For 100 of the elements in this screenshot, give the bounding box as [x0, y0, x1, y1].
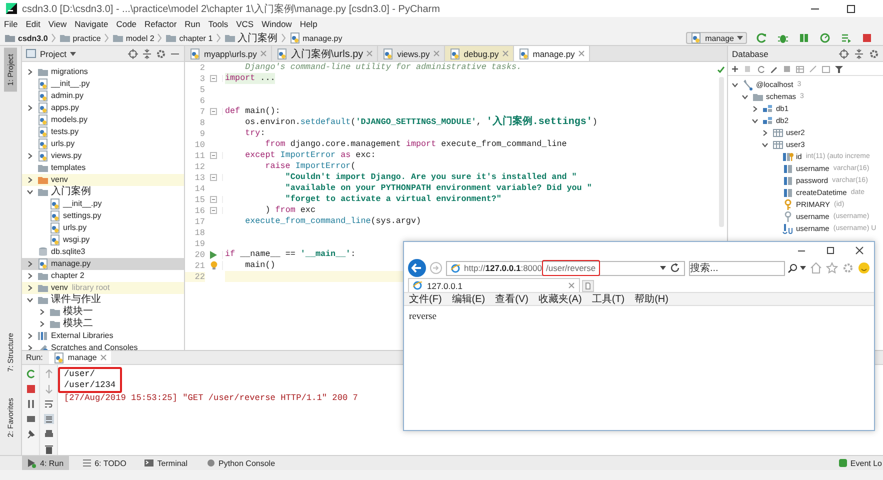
- tool-window-button[interactable]: Python Console: [200, 456, 280, 470]
- tree-item[interactable]: urls.py: [22, 222, 184, 234]
- menu-item[interactable]: Navigate: [74, 19, 108, 29]
- search-icon[interactable]: [788, 264, 797, 272]
- tree-item[interactable]: Scratches and Consoles: [22, 342, 184, 350]
- menu-item[interactable]: Help: [300, 19, 318, 29]
- collapse-all-icon[interactable]: [854, 48, 864, 58]
- smiley-icon[interactable]: [858, 262, 870, 274]
- edit-icon[interactable]: [770, 64, 778, 72]
- menu-item[interactable]: Refactor: [144, 19, 177, 29]
- stop-icon[interactable]: [26, 384, 36, 394]
- fold-icon[interactable]: [210, 174, 217, 181]
- fold-icon[interactable]: [210, 196, 217, 203]
- tool-window-button[interactable]: 6: TODO: [76, 456, 132, 470]
- menu-item[interactable]: File: [4, 19, 18, 29]
- tree-item[interactable]: External Libraries: [22, 330, 184, 342]
- address-bar[interactable]: http://127.0.0.1:8000 /user/reverse: [446, 260, 685, 276]
- menu-item[interactable]: Tools: [208, 19, 228, 29]
- fold-icon[interactable]: [210, 108, 217, 115]
- coverage-icon[interactable]: [798, 32, 810, 44]
- menu-item[interactable]: Code: [116, 19, 137, 29]
- tree-item[interactable]: wsgi.py: [22, 234, 184, 246]
- filter-icon[interactable]: [835, 64, 843, 72]
- back-button-icon[interactable]: [408, 259, 426, 277]
- tree-item[interactable]: __init__.py: [22, 198, 184, 210]
- run-list-icon[interactable]: [840, 32, 852, 44]
- settings-icon[interactable]: [156, 48, 166, 58]
- tree-item[interactable]: __init__.py: [22, 78, 184, 90]
- bulb-icon[interactable]: [210, 261, 218, 270]
- breadcrumb[interactable]: chapter 1: [165, 32, 213, 44]
- run-config-dropdown[interactable]: manage: [686, 32, 747, 44]
- breadcrumb[interactable]: model 2: [112, 32, 154, 44]
- tree-item[interactable]: venv library root: [22, 282, 184, 294]
- tree-item[interactable]: 模块一: [22, 306, 184, 318]
- scroll-to-end-icon[interactable]: [44, 414, 54, 424]
- soft-wrap-icon[interactable]: [44, 399, 54, 409]
- menu-item[interactable]: 工具(T): [592, 292, 625, 306]
- settings-icon[interactable]: [869, 48, 879, 58]
- menu-item[interactable]: 收藏夹(A): [538, 292, 582, 306]
- fold-icon[interactable]: [210, 207, 217, 214]
- menu-item[interactable]: 编辑(E): [452, 292, 486, 306]
- run-icon[interactable]: [210, 250, 217, 258]
- stop-icon[interactable]: [861, 32, 873, 44]
- breadcrumb[interactable]: 入门案例: [224, 31, 278, 45]
- locate-icon[interactable]: [839, 48, 849, 58]
- pause-icon[interactable]: [26, 399, 36, 409]
- tree-item[interactable]: 入门案例: [22, 186, 184, 198]
- menu-item[interactable]: View: [48, 19, 67, 29]
- tree-item[interactable]: templates: [22, 162, 184, 174]
- maximize-icon[interactable]: [846, 4, 856, 14]
- tree-item[interactable]: apps.py: [22, 102, 184, 114]
- fold-icon[interactable]: [210, 152, 217, 159]
- tree-item[interactable]: manage.py: [22, 258, 184, 270]
- print-icon[interactable]: [44, 429, 54, 439]
- trash-icon[interactable]: [44, 444, 54, 454]
- breadcrumb[interactable]: manage.py: [288, 32, 342, 44]
- refresh-icon[interactable]: [670, 263, 680, 273]
- tree-item[interactable]: db.sqlite3: [22, 246, 184, 258]
- search-field[interactable]: 搜索...: [689, 260, 785, 276]
- editor-tab[interactable]: 入门案例\urls.py: [272, 46, 378, 61]
- breadcrumb[interactable]: practice: [58, 32, 101, 44]
- tree-item[interactable]: 模块二: [22, 318, 184, 330]
- caret-icon[interactable]: [800, 266, 806, 270]
- fold-icon[interactable]: [210, 75, 217, 82]
- maximize-icon[interactable]: [826, 246, 835, 254]
- locate-icon[interactable]: [128, 48, 138, 58]
- menu-item[interactable]: 文件(F): [409, 292, 442, 306]
- editor-tab[interactable]: debug.py: [444, 46, 514, 61]
- collapse-all-icon[interactable]: [142, 48, 152, 58]
- event-log-button[interactable]: Event Lo: [834, 456, 883, 470]
- tree-item[interactable]: tests.py: [22, 126, 184, 138]
- bug-icon[interactable]: [777, 32, 789, 44]
- close-icon[interactable]: [855, 246, 864, 254]
- profile-icon[interactable]: [819, 32, 831, 44]
- menu-item[interactable]: Run: [184, 19, 200, 29]
- menu-item[interactable]: 查看(V): [495, 292, 528, 306]
- editor-tab[interactable]: views.py: [378, 46, 445, 61]
- tree-item[interactable]: migrations: [22, 66, 184, 78]
- menu-item[interactable]: Window: [262, 19, 292, 29]
- rerun-icon[interactable]: [756, 32, 768, 44]
- browser-tab[interactable]: 127.0.0.1: [408, 278, 580, 292]
- new-tab-icon[interactable]: [582, 280, 594, 292]
- tree-item[interactable]: models.py: [22, 114, 184, 126]
- editor-tab[interactable]: manage.py: [514, 46, 590, 61]
- tree-item[interactable]: venv: [22, 174, 184, 186]
- pin-icon[interactable]: [26, 429, 36, 439]
- menu-item[interactable]: Edit: [26, 19, 40, 29]
- tree-item[interactable]: settings.py: [22, 210, 184, 222]
- tree-item[interactable]: 课件与作业: [22, 294, 184, 306]
- menu-item[interactable]: VCS: [236, 19, 254, 29]
- caret-icon[interactable]: [70, 52, 76, 56]
- run-tab[interactable]: manage: [48, 351, 111, 364]
- tree-item[interactable]: chapter 2: [22, 270, 184, 282]
- editor-tab[interactable]: myapp\urls.py: [185, 46, 272, 61]
- tree-item[interactable]: urls.py: [22, 138, 184, 150]
- menu-item[interactable]: 帮助(H): [634, 292, 668, 306]
- rerun-icon[interactable]: [26, 369, 36, 379]
- layout-icon[interactable]: [26, 414, 36, 424]
- tree-item[interactable]: views.py: [22, 150, 184, 162]
- tree-item[interactable]: admin.py: [22, 90, 184, 102]
